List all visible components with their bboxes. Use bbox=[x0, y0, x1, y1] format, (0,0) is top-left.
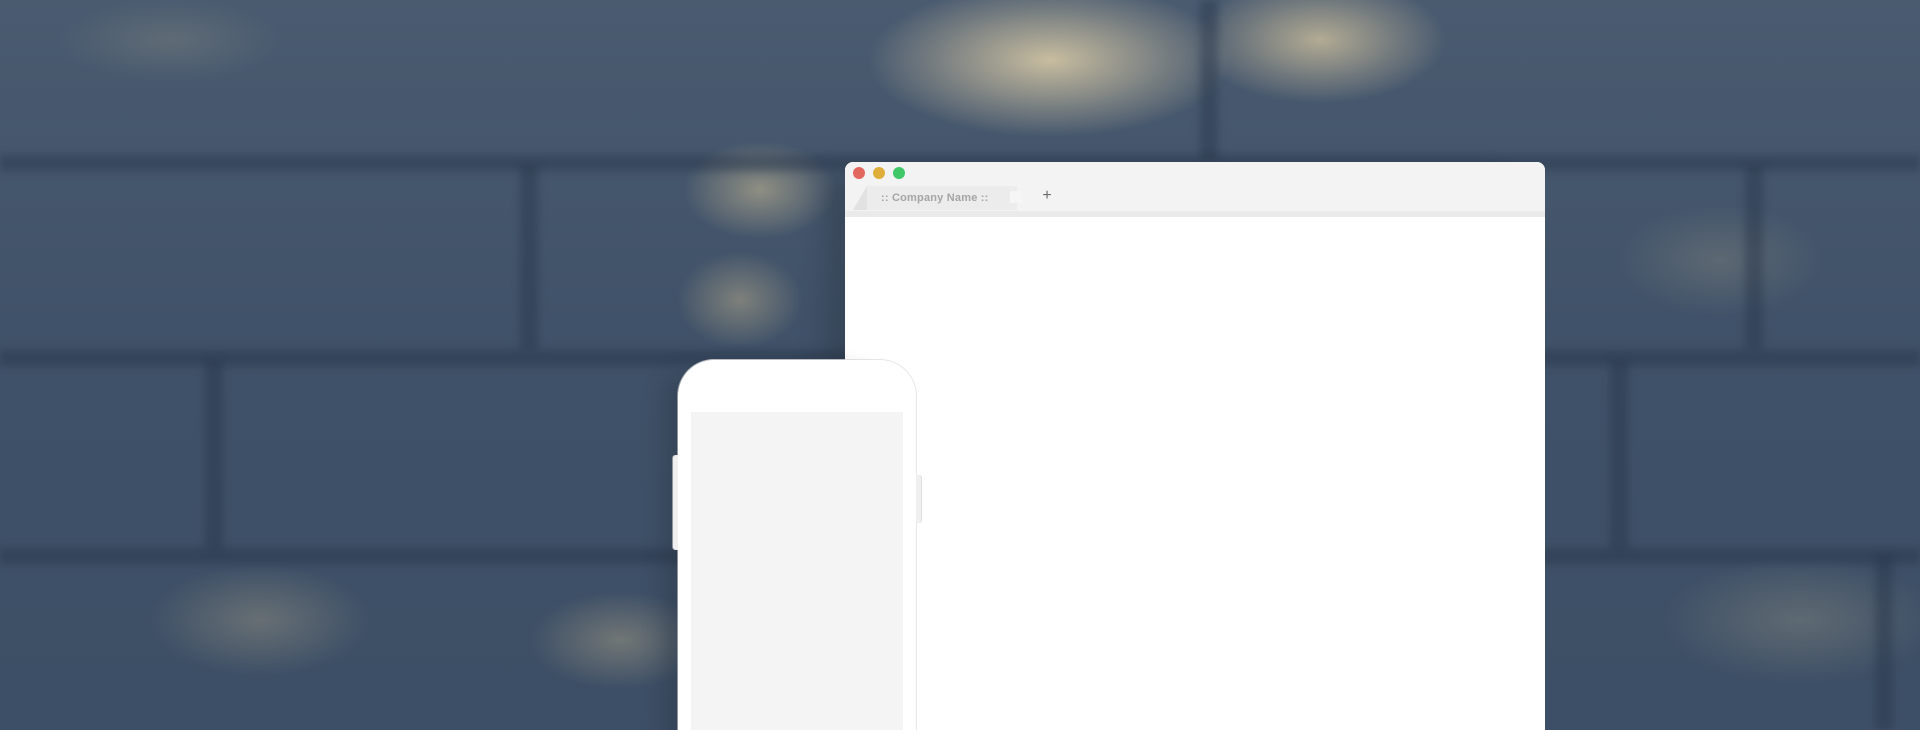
browser-titlebar: :: Company Name :: + bbox=[845, 162, 1545, 217]
tab-close-icon[interactable] bbox=[1010, 191, 1022, 203]
wall-mortar-joint bbox=[520, 165, 538, 350]
phone-power-button bbox=[916, 475, 921, 523]
tab-title: :: Company Name :: bbox=[881, 192, 989, 204]
browser-window: :: Company Name :: + bbox=[845, 162, 1545, 730]
phone-side-button bbox=[673, 455, 678, 550]
wall-mortar-joint bbox=[1745, 165, 1763, 350]
maximize-window-icon[interactable] bbox=[893, 167, 905, 179]
minimize-window-icon[interactable] bbox=[873, 167, 885, 179]
wall-mortar-joint bbox=[1610, 360, 1628, 550]
wall-mortar-joint bbox=[1875, 555, 1893, 730]
wall-mortar-joint bbox=[205, 360, 223, 550]
wall-mortar-joint bbox=[1200, 0, 1218, 160]
phone-screen bbox=[691, 412, 903, 730]
tab-corner bbox=[853, 186, 867, 210]
plus-icon[interactable]: + bbox=[1039, 186, 1055, 206]
close-window-icon[interactable] bbox=[853, 167, 865, 179]
phone-mockup bbox=[673, 360, 921, 730]
